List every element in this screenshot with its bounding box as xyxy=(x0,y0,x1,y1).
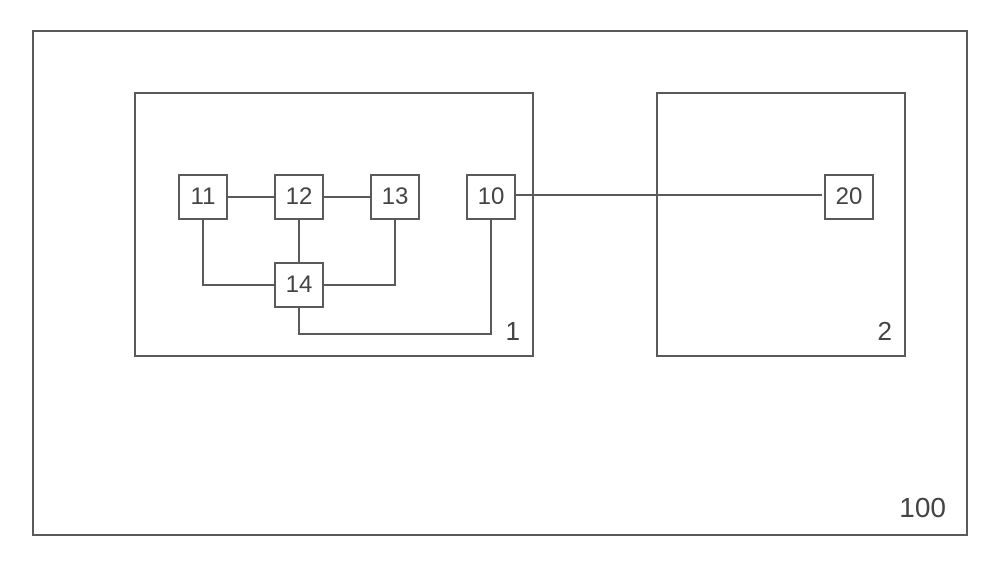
node-12: 12 xyxy=(274,174,324,220)
node-14: 14 xyxy=(274,262,324,308)
node-11: 11 xyxy=(178,174,228,220)
node-20-label: 20 xyxy=(836,183,863,211)
group-1-label: 1 xyxy=(506,316,520,347)
node-10: 10 xyxy=(466,174,516,220)
group-box-1: 1 11 12 13 10 14 xyxy=(134,92,534,357)
outer-label: 100 xyxy=(899,492,946,524)
group-2-label: 2 xyxy=(878,316,892,347)
node-14-label: 14 xyxy=(286,271,313,299)
node-12-label: 12 xyxy=(286,183,313,211)
node-13-label: 13 xyxy=(382,183,409,211)
group-box-2: 2 20 xyxy=(656,92,906,357)
node-10-label: 10 xyxy=(478,183,505,211)
connectors-group-1 xyxy=(136,94,536,359)
node-11-label: 11 xyxy=(191,183,216,211)
outer-container-100: 100 1 11 12 13 10 14 xyxy=(32,30,968,536)
node-13: 13 xyxy=(370,174,420,220)
node-20: 20 xyxy=(824,174,874,220)
